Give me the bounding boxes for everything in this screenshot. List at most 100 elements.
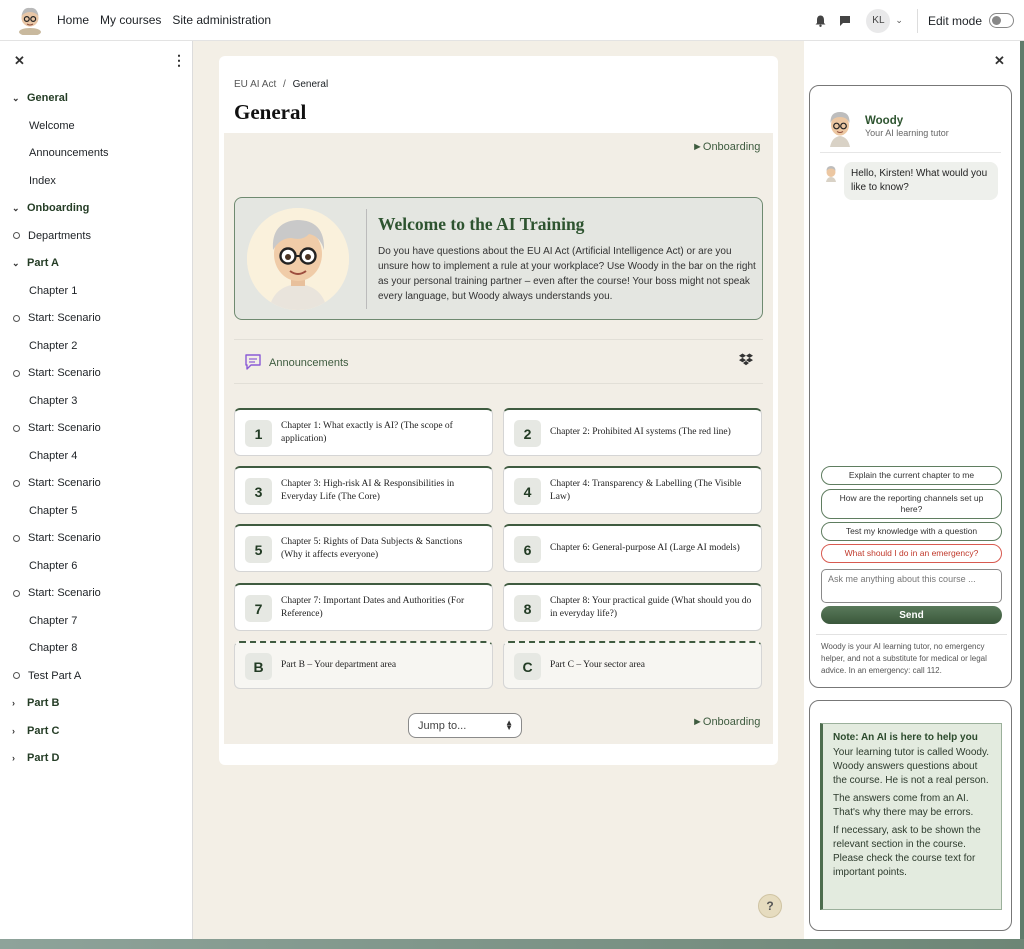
nav-home-link[interactable]: Home: [57, 13, 89, 27]
course-index-label: General: [27, 92, 68, 104]
course-index-item[interactable]: Test Part A: [0, 666, 81, 686]
course-index-item[interactable]: Chapter 3: [0, 391, 77, 411]
course-index-label: Chapter 6: [29, 559, 78, 572]
breadcrumb-course-link[interactable]: EU AI Act: [234, 79, 276, 90]
edit-mode-label: Edit mode: [927, 13, 982, 28]
chevron-down-icon[interactable]: ⌄: [12, 258, 22, 269]
completion-circle-icon: [13, 534, 20, 542]
chevron-right-icon[interactable]: ›: [12, 698, 22, 708]
page-title: General: [234, 100, 307, 124]
chapter-tile[interactable]: 8 Chapter 8: Your practical guide (What s…: [503, 583, 762, 631]
course-index-item[interactable]: Index: [0, 171, 56, 191]
course-index-item[interactable]: Chapter 5: [0, 501, 77, 521]
completion-circle-icon: [13, 672, 20, 679]
chapter-tile-title: Chapter 6: General-purpose AI (Large AI …: [550, 543, 740, 553]
suggestion-explain-chapter[interactable]: Explain the current chapter to me: [821, 466, 1002, 485]
chapter-tile[interactable]: 6 Chapter 6: General-purpose AI (Large AI…: [503, 524, 762, 572]
course-index-item[interactable]: ⌄ Onboarding: [0, 198, 89, 218]
course-index-label: Chapter 5: [29, 504, 78, 517]
course-index-item[interactable]: Start: Scenario: [0, 473, 101, 493]
select-arrows-icon: ▲ ▼: [505, 718, 513, 732]
jump-to-select[interactable]: Jump to... ▲ ▼: [408, 713, 522, 738]
close-icon[interactable]: ✕: [994, 53, 1005, 69]
suggestion-emergency[interactable]: What should I do in an emergency?: [821, 544, 1002, 563]
chevron-down-icon[interactable]: ⌄: [12, 93, 22, 104]
navbar-user-area: KL ⌄ Edit mode: [812, 0, 1014, 41]
ai-note-card: Note: An AI is here to help you Your lea…: [809, 700, 1012, 931]
chapter-tile[interactable]: 7 Chapter 7: Important Dates and Authorit…: [234, 583, 493, 631]
suggestion-reporting-channels[interactable]: How are the reporting channels set up he…: [821, 489, 1002, 519]
course-index-label: Part B: [27, 697, 60, 709]
chat-icon[interactable]: [837, 13, 853, 29]
course-index-item[interactable]: Start: Scenario: [0, 308, 101, 328]
chapter-tile[interactable]: 3 Chapter 3: High-risk AI & Responsibilit…: [234, 466, 493, 514]
chapter-tile[interactable]: 2 Chapter 2: Prohibited AI systems (The r…: [503, 408, 762, 456]
course-index-label: Start: Scenario: [28, 312, 101, 324]
chapter-tile-title: Chapter 5: Rights of Data Subjects & San…: [281, 536, 463, 560]
course-index-item[interactable]: › Part C: [0, 721, 59, 741]
course-index-item[interactable]: Chapter 8: [0, 638, 77, 658]
course-index-item[interactable]: Start: Scenario: [0, 418, 101, 438]
chapter-tile-number: 6: [514, 536, 541, 563]
course-index-item[interactable]: Start: Scenario: [0, 583, 101, 603]
course-index-drawer: ✕ ⋮ ⌄ General Welcome Announcements Index ⌄ On…: [0, 41, 193, 939]
chapter-tile[interactable]: 5 Chapter 5: Rights of Data Subjects & Sa…: [234, 524, 493, 572]
announcements-row[interactable]: Announcements: [234, 339, 763, 384]
onboarding-link-top[interactable]: ►Onboarding: [692, 141, 760, 153]
course-index-label: Announcements: [29, 147, 109, 159]
course-index-item[interactable]: Chapter 4: [0, 446, 77, 466]
dropbox-icon[interactable]: [739, 353, 753, 369]
help-button[interactable]: ?: [758, 894, 782, 918]
woody-subtitle: Your AI learning tutor: [865, 128, 949, 138]
chapter-tile-title: Part C – Your sector area: [550, 660, 645, 670]
chapter-tile[interactable]: 1 Chapter 1: What exactly is AI? (The sco…: [234, 408, 493, 456]
chat-input[interactable]: Ask me anything about this course ...: [821, 569, 1002, 603]
course-index-item[interactable]: Chapter 6: [0, 556, 77, 576]
chevron-down-icon[interactable]: ⌄: [12, 203, 22, 214]
course-index-item[interactable]: Chapter 1: [0, 281, 77, 301]
send-button[interactable]: Send: [821, 606, 1002, 624]
course-index-item[interactable]: › Part B: [0, 693, 59, 713]
chat-disclaimer: Woody is your AI learning tutor, no emer…: [821, 642, 987, 675]
course-index-item[interactable]: Chapter 7: [0, 611, 77, 631]
course-index-item[interactable]: ⌄ Part A: [0, 253, 59, 273]
chapter-tile[interactable]: C Part C – Your sector area: [503, 641, 762, 689]
completion-circle-icon: [13, 369, 20, 377]
breadcrumb-current: General: [292, 79, 329, 90]
chapter-tile-number: 5: [245, 536, 272, 563]
course-index-label: Part C: [27, 724, 60, 737]
bell-icon[interactable]: [812, 13, 828, 29]
chapter-tile-title: Chapter 8: Your practical guide (What sh…: [550, 595, 752, 619]
user-menu-toggle[interactable]: KL ⌄: [866, 8, 903, 33]
course-index-item[interactable]: Chapter 2: [0, 336, 77, 356]
nav-my-courses-link[interactable]: My courses: [100, 13, 161, 27]
chevron-right-icon[interactable]: ›: [12, 753, 22, 763]
course-index-item[interactable]: Departments: [0, 226, 91, 246]
course-index-item[interactable]: Welcome: [0, 116, 75, 136]
chapter-tile[interactable]: 4 Chapter 4: Transparency & Labelling (Th…: [503, 466, 762, 514]
main-content-card: EU AI Act / General General ►Onboarding: [219, 56, 778, 765]
announcements-link[interactable]: Announcements: [269, 357, 349, 369]
course-index-item[interactable]: Start: Scenario: [0, 363, 101, 383]
course-index-label: Chapter 8: [29, 642, 78, 654]
course-index-label: Chapter 2: [29, 339, 78, 352]
course-index-item[interactable]: Announcements: [0, 143, 109, 163]
close-icon[interactable]: ✕: [14, 53, 25, 69]
chapter-tile-title: Part B – Your department area: [281, 660, 397, 670]
top-navbar: Home My courses Site administration KL ⌄…: [0, 0, 1024, 41]
course-index-label: Onboarding: [27, 202, 90, 214]
course-index-label: Start: Scenario: [28, 422, 101, 434]
onboarding-link-bottom[interactable]: ►Onboarding: [692, 716, 760, 728]
course-index-item[interactable]: › Part D: [0, 748, 59, 768]
edit-mode-toggle[interactable]: [989, 13, 1014, 28]
course-index-item[interactable]: ⌄ General: [0, 88, 68, 108]
nav-site-administration-link[interactable]: Site administration: [172, 13, 271, 27]
course-index-item[interactable]: Start: Scenario: [0, 528, 101, 548]
chevron-right-icon[interactable]: ›: [12, 726, 22, 736]
chapter-tile-number: C: [514, 653, 541, 680]
site-logo[interactable]: [17, 5, 43, 35]
chapter-tile[interactable]: B Part B – Your department area: [234, 641, 493, 689]
kebab-menu-icon[interactable]: ⋮: [172, 52, 186, 69]
suggestion-test-knowledge[interactable]: Test my knowledge with a question: [821, 522, 1002, 541]
navbar-divider: [916, 8, 918, 33]
